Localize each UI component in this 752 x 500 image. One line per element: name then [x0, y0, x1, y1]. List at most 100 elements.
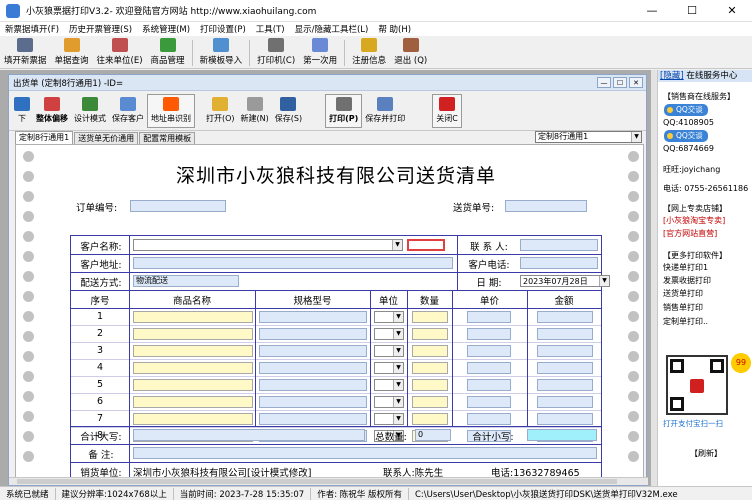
close-button[interactable]: ✕ [712, 0, 752, 22]
tab-custom-8-row[interactable]: 定制8行通用1 [15, 131, 74, 144]
unit-price-field[interactable] [467, 379, 511, 391]
quantity-field[interactable] [412, 328, 448, 340]
ship-field[interactable]: 物流配送 [133, 275, 239, 287]
menu-new-ticket[interactable]: 新票据填开(F) [0, 23, 64, 35]
unit-select[interactable]: ▼ [374, 362, 404, 374]
unit-select[interactable]: ▼ [374, 379, 404, 391]
amount-field[interactable] [537, 413, 593, 425]
maximize-button[interactable]: ☐ [672, 0, 712, 22]
toolbar-button-6[interactable]: 第一次用 [299, 38, 341, 68]
minimize-button[interactable]: — [632, 0, 672, 22]
toolbar-button-0[interactable]: 填开新票据 [0, 38, 51, 68]
child-toolbar-button-9[interactable]: 保存并打印 [362, 94, 408, 128]
product-name-field[interactable] [133, 311, 253, 323]
spec-field[interactable] [259, 345, 367, 357]
menu-history[interactable]: 历史开票管理(S) [64, 23, 137, 35]
child-toolbar-button-5[interactable]: 打开(O) [203, 94, 238, 128]
unit-price-field[interactable] [467, 396, 511, 408]
menu-system[interactable]: 系统管理(M) [137, 23, 195, 35]
total-upper-field[interactable] [133, 429, 365, 441]
quantity-field[interactable] [412, 379, 448, 391]
child-close-button[interactable]: ✕ [629, 77, 643, 88]
toolbar-button-3[interactable]: 商品管理 [147, 38, 189, 68]
unit-price-field[interactable] [467, 362, 511, 374]
software-link[interactable]: 定制单打印.. [663, 316, 708, 327]
product-name-field[interactable] [133, 362, 253, 374]
refresh-link[interactable]: 【刷新】 [690, 448, 722, 459]
spec-field[interactable] [259, 362, 367, 374]
date-picker[interactable]: 2023年07月28日 ▼ [520, 275, 610, 287]
unit-price-field[interactable] [467, 413, 511, 425]
menu-toggle-toolbar[interactable]: 显示/隐藏工具栏(L) [290, 23, 374, 35]
software-link[interactable]: 发票收据打印 [663, 275, 711, 286]
child-toolbar-button-7[interactable]: 保存(S) [272, 94, 305, 128]
product-name-field[interactable] [133, 345, 253, 357]
spec-field[interactable] [259, 328, 367, 340]
contact-field[interactable] [520, 239, 598, 251]
unit-select[interactable]: ▼ [374, 328, 404, 340]
hide-sidebar-link[interactable]: [隐藏] [660, 71, 684, 81]
amount-field[interactable] [537, 362, 593, 374]
amount-field[interactable] [537, 328, 593, 340]
child-toolbar-button-1[interactable]: 整体偏移 [33, 94, 71, 128]
unit-price-field[interactable] [467, 311, 511, 323]
template-select[interactable]: 定制8行通用1 ▼ [535, 131, 642, 143]
qq-chat-button-1[interactable]: QQ交谈 [664, 104, 708, 116]
amount-field[interactable] [537, 345, 593, 357]
toolbar-button-7[interactable]: 注册信息 [348, 38, 390, 68]
toolbar-button-2[interactable]: 往来单位(E) [93, 38, 147, 68]
subtotal-field[interactable] [527, 429, 597, 441]
spec-field[interactable] [259, 311, 367, 323]
toolbar-button-1[interactable]: 单据查询 [51, 38, 93, 68]
menu-help[interactable]: 帮 助(H) [373, 23, 416, 35]
spec-field[interactable] [259, 379, 367, 391]
amount-field[interactable] [537, 311, 593, 323]
remark-field[interactable] [133, 447, 597, 459]
software-link[interactable]: 送货单打印 [663, 288, 703, 299]
child-toolbar-button-6[interactable]: 新建(N) [238, 94, 272, 128]
scroll-thumb[interactable] [17, 479, 617, 484]
child-maximize-button[interactable]: ☐ [613, 77, 627, 88]
unit-select[interactable]: ▼ [374, 345, 404, 357]
unit-price-field[interactable] [467, 345, 511, 357]
product-name-field[interactable] [133, 328, 253, 340]
horizontal-scrollbar[interactable] [9, 477, 648, 485]
menu-print-settings[interactable]: 打印设置(P) [195, 23, 251, 35]
official-site-link[interactable]: [官方网站直营] [663, 228, 717, 239]
child-toolbar-button-8[interactable]: 打印(P) [325, 93, 363, 128]
amount-field[interactable] [537, 379, 593, 391]
child-toolbar-button-4[interactable]: 地址串识别 [147, 93, 195, 128]
unit-select[interactable]: ▼ [374, 396, 404, 408]
quantity-field[interactable] [412, 362, 448, 374]
customer-name-select[interactable]: ▼ [133, 239, 403, 251]
quantity-field[interactable] [412, 345, 448, 357]
child-toolbar-button-3[interactable]: 保存客户 [109, 94, 147, 128]
amount-field[interactable] [537, 396, 593, 408]
toolbar-button-5[interactable]: 打印机(C) [253, 38, 299, 68]
quantity-field[interactable] [412, 396, 448, 408]
software-link[interactable]: 快递单打印1 [663, 262, 708, 273]
tab-common-templates[interactable]: 配置常用模板 [139, 132, 196, 144]
child-toolbar-button-10[interactable]: 关闭C [432, 93, 462, 128]
toolbar-button-4[interactable]: 新模板导入 [196, 38, 247, 68]
software-link[interactable]: 销售单打印 [663, 302, 703, 313]
toolbar-button-8[interactable]: 退出 (Q) [390, 38, 431, 68]
spec-field[interactable] [259, 413, 367, 425]
phone-field[interactable] [520, 257, 598, 269]
menu-tools[interactable]: 工具(T) [251, 23, 290, 35]
product-name-field[interactable] [133, 396, 253, 408]
child-toolbar-button-2[interactable]: 设计模式 [71, 94, 109, 128]
taobao-shop-link[interactable]: [小灰狼淘宝专卖] [663, 215, 725, 226]
unit-select[interactable]: ▼ [374, 311, 404, 323]
customer-code-field[interactable] [407, 239, 445, 251]
delivery-no-field[interactable] [505, 200, 587, 212]
unit-price-field[interactable] [467, 328, 511, 340]
product-name-field[interactable] [133, 379, 253, 391]
child-toolbar-button-0[interactable]: 下 [11, 94, 33, 128]
child-minimize-button[interactable]: — [597, 77, 611, 88]
qq-chat-button-2[interactable]: QQ交谈 [664, 130, 708, 142]
total-qty-field[interactable]: 0 [415, 429, 451, 441]
quantity-field[interactable] [412, 413, 448, 425]
order-no-field[interactable] [130, 200, 226, 212]
spec-field[interactable] [259, 396, 367, 408]
